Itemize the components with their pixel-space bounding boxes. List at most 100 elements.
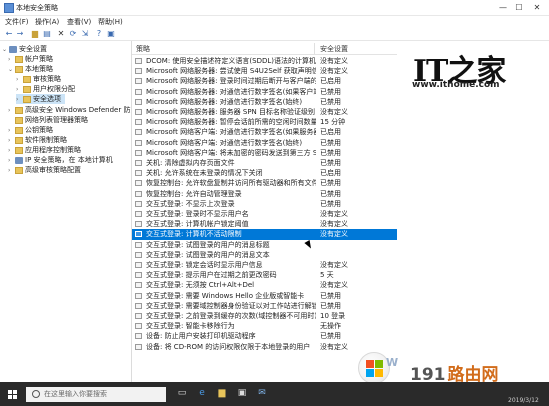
policy-row[interactable]: 交互式登录: 试图登录的用户的消息文本 xyxy=(132,250,397,260)
menu-view[interactable]: 查看(V) xyxy=(67,17,91,27)
policy-row[interactable]: 交互式登录: 无须按 Ctrl+Alt+Del 没有定义 xyxy=(132,280,397,290)
tree-item-defender-firewall[interactable]: › 高级安全 Windows Defender 防火 xyxy=(8,105,131,115)
policy-name: 关机: 允许系统在未登录的情况下关闭 xyxy=(146,169,263,178)
menu-file[interactable]: 文件(F) xyxy=(5,17,29,27)
minimize-button[interactable]: — xyxy=(496,2,510,13)
policy-row[interactable]: 交互式登录: 登录时不显示用户名 没有定义 xyxy=(132,209,397,219)
policy-row[interactable]: 交互式登录: 锁定会话时显示用户信息 没有定义 xyxy=(132,260,397,270)
window-title: 本地安全策略 xyxy=(16,4,58,12)
policy-row[interactable]: 设备: 防止用户安装打印机驱动程序 已禁用 xyxy=(132,331,397,341)
export-icon[interactable]: ⇲ xyxy=(80,29,90,39)
policy-name: 交互式登录: 提示用户在过期之前更改密码 xyxy=(146,271,277,280)
policy-row[interactable]: 交互式登录: 不显示上次登录 已禁用 xyxy=(132,199,397,209)
policy-row[interactable]: Microsoft 网络服务器: 登录时间过期后断开与客户端的连接 已启用 xyxy=(132,76,397,86)
forward-arrow-icon[interactable]: → xyxy=(15,29,25,39)
tree-item-ip-security[interactable]: › IP 安全策略，在 本地计算机 xyxy=(8,155,113,165)
up-folder-icon[interactable]: ▆ xyxy=(30,29,40,39)
policy-name: Microsoft 网络服务器: 暂停会话前所需的空闲时间数量 xyxy=(146,118,316,127)
column-header-setting[interactable]: 安全设置 xyxy=(320,44,348,54)
mail-icon[interactable]: ✉ xyxy=(256,387,268,399)
console-icon[interactable]: ▣ xyxy=(106,29,116,39)
watermark-letter: W xyxy=(386,356,399,369)
policy-item-icon xyxy=(135,68,142,75)
right-pane xyxy=(398,41,549,382)
folder-icon xyxy=(15,136,23,144)
policy-name: 交互式登录: 登录时不显示用户名 xyxy=(146,210,249,218)
policy-item-icon xyxy=(135,180,142,187)
policy-item-icon xyxy=(135,302,142,309)
tree-item-security-options[interactable]: › 安全选项 xyxy=(16,94,65,104)
policy-item-icon xyxy=(135,98,142,105)
column-header-policy[interactable]: 策略 xyxy=(136,44,150,54)
policy-row[interactable]: DCOM: 使用安全描述符定义语言(SDDL)语法的计算机启动... 没有定义 xyxy=(132,56,397,66)
policy-row[interactable]: 恢复控制台: 允许自动管理登录 已禁用 xyxy=(132,189,397,199)
tree-item-local-policies[interactable]: ⌄ 本地策略 xyxy=(8,64,53,74)
start-button[interactable] xyxy=(8,390,18,400)
policy-row[interactable]: Microsoft 网络服务器: 尝试使用 S4U2Self 获取声明信息 没有定… xyxy=(132,66,397,76)
policy-row[interactable]: Microsoft 网络客户端: 对通信进行数字签名(始终) 已禁用 xyxy=(132,138,397,148)
policy-item-icon xyxy=(135,109,142,115)
policy-name: Microsoft 网络服务器: 服务器 SPN 目标名称验证级别 xyxy=(146,108,316,116)
menu-help[interactable]: 帮助(H) xyxy=(98,17,123,27)
taskbar-search-box[interactable]: 在这里输入你要搜索 xyxy=(26,387,166,402)
policy-row[interactable]: Microsoft 网络服务器: 对通信进行数字签名(始终) 已禁用 xyxy=(132,97,397,107)
policy-setting-value: 5 天 xyxy=(320,271,334,280)
policy-row[interactable]: Microsoft 网络客户端: 对通信进行数字签名(如果服务器允... 已启用 xyxy=(132,127,397,137)
tree-item-advanced-audit[interactable]: › 高级审核策略配置 xyxy=(8,165,81,175)
policy-row[interactable]: Microsoft 网络服务器: 服务器 SPN 目标名称验证级别 没有定义 xyxy=(132,107,397,117)
edge-browser-icon[interactable]: e xyxy=(196,387,208,399)
folder-icon xyxy=(15,65,23,73)
expander-icon[interactable]: › xyxy=(8,166,15,176)
policy-item-icon xyxy=(135,343,142,350)
tree-item-software-restriction[interactable]: › 软件限制策略 xyxy=(8,135,67,145)
policy-row[interactable]: 关机: 清除虚拟内存页面文件 已禁用 xyxy=(132,158,397,168)
policy-setting-value: 无操作 xyxy=(320,322,341,331)
policy-row[interactable]: Microsoft 网络服务器: 对通信进行数字签名(如果客户端允... 已禁用 xyxy=(132,87,397,97)
shield-icon xyxy=(9,45,17,53)
maximize-button[interactable]: ☐ xyxy=(512,2,526,13)
expander-icon[interactable]: ⌄ xyxy=(8,65,15,75)
policy-item-icon xyxy=(135,139,142,146)
policy-row[interactable]: 交互式登录: 计算机不活动限制 没有定义 xyxy=(132,229,397,240)
tree-item-security-settings[interactable]: ⌄ 安全设置 xyxy=(2,44,47,54)
policy-row[interactable]: 交互式登录: 需要 Windows Hello 企业版或智能卡 已禁用 xyxy=(132,291,397,301)
refresh-icon[interactable]: ⟳ xyxy=(68,29,78,39)
policy-row[interactable]: 交互式登录: 智能卡移除行为 无操作 xyxy=(132,321,397,331)
policy-setting-value: 已禁用 xyxy=(320,148,341,157)
column-divider[interactable] xyxy=(314,43,315,54)
tree-item-public-key-policies[interactable]: › 公钥策略 xyxy=(8,125,53,135)
properties-icon[interactable]: ▤ xyxy=(42,29,52,39)
tree-item-app-control[interactable]: › 应用程序控制策略 xyxy=(8,145,81,155)
tree-item-network-list-manager[interactable]: 网络列表管理器策略 xyxy=(8,115,88,125)
menu-action[interactable]: 操作(A) xyxy=(35,17,59,27)
policy-item-icon xyxy=(135,262,142,268)
task-view-icon[interactable]: ▭ xyxy=(176,387,188,399)
policy-row[interactable]: 交互式登录: 试图登录的用户的消息标题 xyxy=(132,240,397,250)
back-arrow-icon[interactable]: ← xyxy=(4,29,14,39)
policy-name: 设备: 将 CD-ROM 的访问权限仅限于本地登录的用户 xyxy=(146,342,311,351)
tree-item-user-rights[interactable]: › 用户权限分配 xyxy=(16,84,75,94)
policy-name: 交互式登录: 需要域控制器身份验证以对工作站进行解锁 xyxy=(146,301,316,310)
policy-row[interactable]: 恢复控制台: 允许软盘复制并访问所有驱动器和所有文件夹 已禁用 xyxy=(132,178,397,188)
policy-item-icon xyxy=(135,292,142,299)
tree-item-account-policies[interactable]: › 帐户策略 xyxy=(8,54,53,64)
policy-name: 交互式登录: 不显示上次登录 xyxy=(146,199,235,208)
policy-row[interactable]: 交互式登录: 之前登录到缓存的次数(域控制器不可用时) 10 登录 xyxy=(132,311,397,321)
tree-item-audit-policy[interactable]: › 审核策略 xyxy=(16,74,61,84)
policy-row[interactable]: 交互式登录: 计算机帐户锁定阈值 没有定义 xyxy=(132,219,397,229)
policy-row[interactable]: Microsoft 网络客户端: 将未加密的密码发送到第三方 SMB... 已禁用 xyxy=(132,148,397,158)
policy-row[interactable]: 交互式登录: 需要域控制器身份验证以对工作站进行解锁 已禁用 xyxy=(132,301,397,311)
close-button[interactable]: ✕ xyxy=(530,2,544,13)
delete-icon[interactable]: ✕ xyxy=(56,29,66,39)
file-explorer-icon[interactable]: ▆ xyxy=(216,387,228,399)
policy-row[interactable]: Microsoft 网络服务器: 暂停会话前所需的空闲时间数量 15 分钟 xyxy=(132,117,397,127)
policy-setting-value: 没有定义 xyxy=(320,261,348,269)
expander-icon[interactable]: › xyxy=(16,95,23,105)
help-icon[interactable]: ? xyxy=(94,29,104,39)
store-icon[interactable]: ▣ xyxy=(236,387,248,399)
policy-setting-value: 没有定义 xyxy=(320,230,348,239)
ithome-url: www.ithome.com xyxy=(412,80,500,90)
policy-row[interactable]: 设备: 将 CD-ROM 的访问权限仅限于本地登录的用户 没有定义 xyxy=(132,342,397,352)
policy-row[interactable]: 关机: 允许系统在未登录的情况下关闭 已启用 xyxy=(132,168,397,178)
policy-row[interactable]: 交互式登录: 提示用户在过期之前更改密码 5 天 xyxy=(132,270,397,280)
